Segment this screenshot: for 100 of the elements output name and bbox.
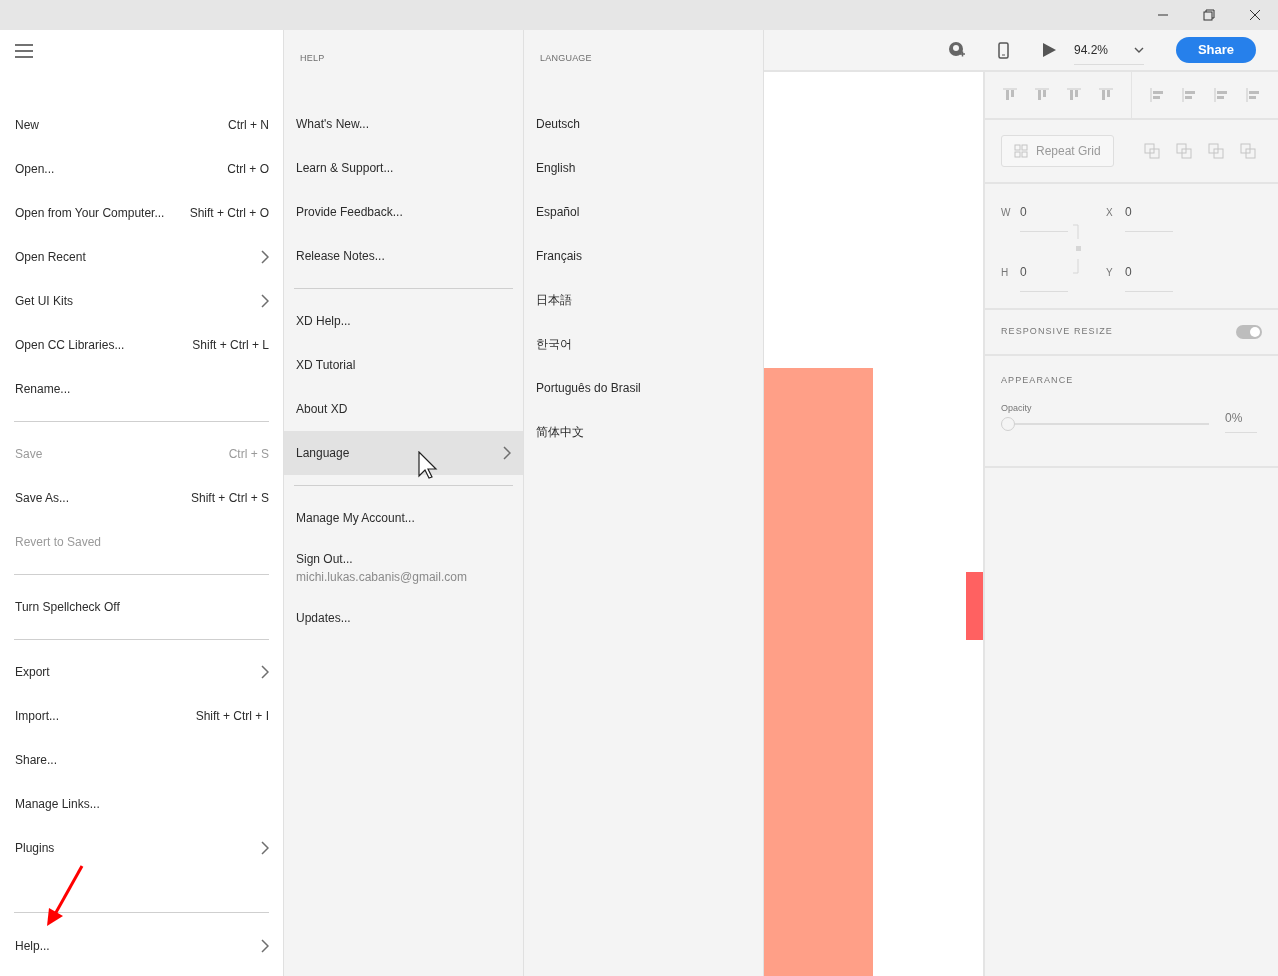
menu-item[interactable]: Get UI Kits (14, 279, 269, 323)
menu-label: Open Recent (15, 249, 86, 266)
menu-label: Get UI Kits (15, 293, 73, 310)
menu-label: Learn & Support... (296, 159, 394, 177)
menu-item[interactable]: Export (14, 650, 269, 694)
language-option[interactable]: Français (524, 233, 763, 278)
menu-label: Share... (15, 752, 58, 769)
menu-label: Turn Spellcheck Off (15, 599, 120, 616)
menu-item[interactable]: Plugins (14, 826, 269, 870)
dimension-field[interactable]: 0 (1125, 262, 1173, 292)
menu-label: Save As... (15, 490, 70, 507)
menu-item[interactable]: What's New... (284, 101, 523, 146)
section-label: RESPONSIVE RESIZE (1001, 325, 1113, 339)
menu-label: Open from Your Computer... (15, 205, 165, 222)
grid-icon (1014, 144, 1028, 158)
menu-item[interactable]: Open from Your Computer... Shift + Ctrl + O (14, 191, 269, 235)
menu-item[interactable]: Open Recent (14, 235, 269, 279)
menu-label: Rename... (15, 381, 71, 398)
menu-item[interactable]: Open... Ctrl + O (14, 147, 269, 191)
menu-label: About XD (296, 400, 348, 418)
language-option[interactable]: 简体中文 (524, 409, 763, 454)
section-label: APPEARANCE (1001, 374, 1075, 387)
menu-label: XD Help... (296, 312, 351, 330)
menu-heading: LANGUAGE (539, 52, 593, 65)
menu-item[interactable]: Manage My Account... (284, 495, 523, 540)
menu-label: Open CC Libraries... (15, 337, 125, 354)
language-option[interactable]: Español (524, 189, 763, 234)
toggle-switch[interactable] (1236, 325, 1262, 339)
shortcut-label: Shift + Ctrl + S (190, 490, 269, 507)
share-button[interactable]: Share (1176, 37, 1256, 63)
mouse-cursor-icon (418, 450, 438, 479)
field-label: X (1106, 206, 1114, 220)
language-option[interactable]: 日本語 (524, 277, 763, 322)
menu-item[interactable]: Updates... (284, 595, 523, 640)
shortcut-label: Shift + Ctrl + O (189, 205, 269, 222)
menu-item[interactable]: Rename... (14, 367, 269, 411)
shortcut-label: Shift + Ctrl + I (195, 708, 269, 725)
language-option[interactable]: English (524, 145, 763, 190)
union-icon[interactable] (1144, 143, 1160, 159)
opacity-slider[interactable] (1001, 416, 1209, 432)
dimension-field[interactable]: 0 (1020, 202, 1068, 232)
menu-label: Updates... (296, 609, 351, 627)
menu-item[interactable]: Manage Links... (14, 782, 269, 826)
menu-item[interactable]: Turn Spellcheck Off (14, 585, 269, 629)
field-label: H (1001, 266, 1010, 280)
align-right-icon[interactable] (1212, 86, 1230, 104)
shortcut-label: Ctrl + O (227, 161, 269, 178)
opacity-field[interactable]: 0% (1225, 403, 1257, 433)
lock-icon (1073, 224, 1083, 274)
account-email: michi.lukas.cabanis@gmail.com (296, 568, 467, 586)
language-option[interactable]: 한국어 (524, 321, 763, 366)
menu-label: Import... (15, 708, 59, 725)
chevron-right-icon (261, 939, 269, 953)
menu-label: Provide Feedback... (296, 203, 403, 221)
chevron-down-icon (1134, 46, 1144, 53)
menu-item[interactable]: About XD (284, 386, 523, 431)
menu-label: Sign Out... (296, 550, 354, 568)
menu-label: New (15, 117, 39, 134)
language-option[interactable]: Português do Brasil (524, 365, 763, 410)
align-left-icon[interactable] (1148, 86, 1166, 104)
dimension-field[interactable]: 0 (1020, 262, 1068, 292)
language-option[interactable]: Deutsch (524, 101, 763, 146)
zoom-dropdown[interactable]: 94.2% (1074, 35, 1144, 65)
intersect-icon[interactable] (1208, 143, 1224, 159)
menu-item[interactable]: Import... Shift + Ctrl + I (14, 694, 269, 738)
menu-icon[interactable] (15, 44, 33, 58)
chevron-right-icon (261, 250, 269, 264)
align-center-icon[interactable] (1180, 86, 1198, 104)
menu-item[interactable]: XD Help... (284, 298, 523, 343)
menu-label: Save (15, 446, 43, 463)
menu-label: Export (15, 664, 50, 681)
menu-label: Release Notes... (296, 247, 385, 265)
field-label: Y (1106, 266, 1114, 280)
menu-item[interactable]: Open CC Libraries... Shift + Ctrl + L (14, 323, 269, 367)
menu-item[interactable]: Learn & Support... (284, 145, 523, 190)
menu-label: XD Tutorial (296, 356, 356, 374)
opacity-label: Opacity (1001, 401, 1033, 415)
shortcut-label: Shift + Ctrl + L (192, 337, 269, 354)
menu-item[interactable]: Share... (14, 738, 269, 782)
menu-item[interactable]: New Ctrl + N (14, 103, 269, 147)
chevron-right-icon (261, 665, 269, 679)
add-user-icon[interactable] (948, 41, 966, 59)
subtract-icon[interactable] (1176, 143, 1192, 159)
menu-item[interactable]: Help... (14, 924, 269, 968)
shortcut-label: Ctrl + S (228, 446, 269, 463)
play-icon[interactable] (1040, 41, 1058, 59)
arrow-drawing (44, 864, 84, 928)
shape-drawing (966, 572, 983, 640)
menu-item[interactable]: Save As... Shift + Ctrl + S (14, 476, 269, 520)
exclude-icon[interactable] (1240, 143, 1256, 159)
menu-label: Help... (15, 938, 50, 955)
menu-item[interactable]: Sign Out... michi.lukas.cabanis@gmail.com (284, 539, 523, 596)
menu-item[interactable]: Release Notes... (284, 233, 523, 278)
distribute-horizontal-icon[interactable] (1244, 86, 1262, 104)
menu-label: Manage My Account... (296, 509, 415, 527)
field-label: W (1001, 206, 1011, 220)
menu-item[interactable]: XD Tutorial (284, 342, 523, 387)
chevron-right-icon (261, 294, 269, 308)
dimension-field[interactable]: 0 (1125, 202, 1173, 232)
menu-item[interactable]: Provide Feedback... (284, 189, 523, 234)
